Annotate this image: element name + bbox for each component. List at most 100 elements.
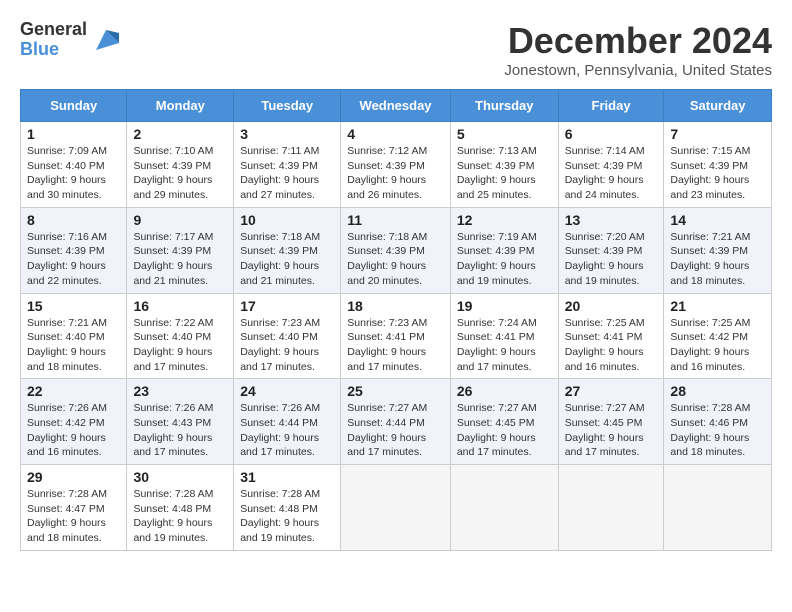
day-info: Sunrise: 7:20 AM Sunset: 4:39 PM Dayligh… [565, 230, 658, 289]
day-cell-29: 29 Sunrise: 7:28 AM Sunset: 4:47 PM Dayl… [21, 465, 127, 551]
day-cell-17: 17 Sunrise: 7:23 AM Sunset: 4:40 PM Dayl… [234, 293, 341, 379]
day-cell-10: 10 Sunrise: 7:18 AM Sunset: 4:39 PM Dayl… [234, 207, 341, 293]
sunrise-label: Sunrise: 7:21 AM [27, 317, 107, 329]
day-cell-1: 1 Sunrise: 7:09 AM Sunset: 4:40 PM Dayli… [21, 122, 127, 208]
sunrise-label: Sunrise: 7:26 AM [240, 402, 320, 414]
day-cell-22: 22 Sunrise: 7:26 AM Sunset: 4:42 PM Dayl… [21, 379, 127, 465]
day-info: Sunrise: 7:27 AM Sunset: 4:45 PM Dayligh… [565, 401, 658, 460]
daylight-label: Daylight: 9 hours and 25 minutes. [457, 174, 536, 201]
location: Jonestown, Pennsylvania, United States [504, 62, 772, 79]
sunrise-label: Sunrise: 7:21 AM [670, 231, 750, 243]
sunset-label: Sunset: 4:40 PM [27, 160, 105, 172]
month-title: December 2024 [504, 20, 772, 62]
sunrise-label: Sunrise: 7:19 AM [457, 231, 537, 243]
sunrise-label: Sunrise: 7:26 AM [27, 402, 107, 414]
daylight-label: Daylight: 9 hours and 26 minutes. [347, 174, 426, 201]
day-info: Sunrise: 7:13 AM Sunset: 4:39 PM Dayligh… [457, 144, 552, 203]
sunrise-label: Sunrise: 7:13 AM [457, 145, 537, 157]
sunset-label: Sunset: 4:41 PM [457, 331, 535, 343]
col-header-friday: Friday [558, 90, 664, 122]
logo-icon [91, 25, 121, 55]
daylight-label: Daylight: 9 hours and 17 minutes. [240, 346, 319, 373]
day-info: Sunrise: 7:15 AM Sunset: 4:39 PM Dayligh… [670, 144, 765, 203]
daylight-label: Daylight: 9 hours and 21 minutes. [133, 260, 212, 287]
sunrise-label: Sunrise: 7:28 AM [240, 488, 320, 500]
day-info: Sunrise: 7:18 AM Sunset: 4:39 PM Dayligh… [347, 230, 444, 289]
daylight-label: Daylight: 9 hours and 17 minutes. [347, 432, 426, 459]
day-number: 21 [670, 298, 765, 314]
day-info: Sunrise: 7:26 AM Sunset: 4:43 PM Dayligh… [133, 401, 227, 460]
day-number: 6 [565, 126, 658, 142]
day-info: Sunrise: 7:14 AM Sunset: 4:39 PM Dayligh… [565, 144, 658, 203]
day-number: 7 [670, 126, 765, 142]
daylight-label: Daylight: 9 hours and 27 minutes. [240, 174, 319, 201]
day-number: 20 [565, 298, 658, 314]
daylight-label: Daylight: 9 hours and 18 minutes. [670, 432, 749, 459]
day-number: 19 [457, 298, 552, 314]
day-info: Sunrise: 7:26 AM Sunset: 4:44 PM Dayligh… [240, 401, 334, 460]
day-cell-24: 24 Sunrise: 7:26 AM Sunset: 4:44 PM Dayl… [234, 379, 341, 465]
day-cell-15: 15 Sunrise: 7:21 AM Sunset: 4:40 PM Dayl… [21, 293, 127, 379]
daylight-label: Daylight: 9 hours and 18 minutes. [27, 346, 106, 373]
sunset-label: Sunset: 4:39 PM [240, 245, 318, 257]
day-info: Sunrise: 7:23 AM Sunset: 4:41 PM Dayligh… [347, 316, 444, 375]
calendar: SundayMondayTuesdayWednesdayThursdayFrid… [20, 89, 772, 551]
daylight-label: Daylight: 9 hours and 19 minutes. [457, 260, 536, 287]
sunrise-label: Sunrise: 7:27 AM [347, 402, 427, 414]
day-info: Sunrise: 7:12 AM Sunset: 4:39 PM Dayligh… [347, 144, 444, 203]
day-cell-18: 18 Sunrise: 7:23 AM Sunset: 4:41 PM Dayl… [341, 293, 451, 379]
sunrise-label: Sunrise: 7:16 AM [27, 231, 107, 243]
empty-cell [450, 465, 558, 551]
day-number: 31 [240, 469, 334, 485]
calendar-week-2: 8 Sunrise: 7:16 AM Sunset: 4:39 PM Dayli… [21, 207, 772, 293]
col-header-monday: Monday [127, 90, 234, 122]
sunrise-label: Sunrise: 7:15 AM [670, 145, 750, 157]
day-info: Sunrise: 7:27 AM Sunset: 4:44 PM Dayligh… [347, 401, 444, 460]
day-cell-7: 7 Sunrise: 7:15 AM Sunset: 4:39 PM Dayli… [664, 122, 772, 208]
sunset-label: Sunset: 4:39 PM [347, 245, 425, 257]
day-number: 11 [347, 212, 444, 228]
day-number: 23 [133, 383, 227, 399]
sunset-label: Sunset: 4:45 PM [565, 417, 643, 429]
day-cell-30: 30 Sunrise: 7:28 AM Sunset: 4:48 PM Dayl… [127, 465, 234, 551]
sunset-label: Sunset: 4:39 PM [133, 245, 211, 257]
col-header-saturday: Saturday [664, 90, 772, 122]
day-info: Sunrise: 7:28 AM Sunset: 4:46 PM Dayligh… [670, 401, 765, 460]
sunrise-label: Sunrise: 7:23 AM [347, 317, 427, 329]
empty-cell [558, 465, 664, 551]
sunset-label: Sunset: 4:41 PM [565, 331, 643, 343]
sunrise-label: Sunrise: 7:18 AM [347, 231, 427, 243]
sunrise-label: Sunrise: 7:12 AM [347, 145, 427, 157]
daylight-label: Daylight: 9 hours and 30 minutes. [27, 174, 106, 201]
sunset-label: Sunset: 4:48 PM [240, 503, 318, 515]
sunrise-label: Sunrise: 7:11 AM [240, 145, 319, 157]
empty-cell [664, 465, 772, 551]
day-cell-19: 19 Sunrise: 7:24 AM Sunset: 4:41 PM Dayl… [450, 293, 558, 379]
day-info: Sunrise: 7:11 AM Sunset: 4:39 PM Dayligh… [240, 144, 334, 203]
daylight-label: Daylight: 9 hours and 29 minutes. [133, 174, 212, 201]
daylight-label: Daylight: 9 hours and 20 minutes. [347, 260, 426, 287]
logo: General Blue [20, 20, 121, 60]
day-number: 30 [133, 469, 227, 485]
day-info: Sunrise: 7:16 AM Sunset: 4:39 PM Dayligh… [27, 230, 120, 289]
sunset-label: Sunset: 4:39 PM [347, 160, 425, 172]
sunset-label: Sunset: 4:46 PM [670, 417, 748, 429]
sunrise-label: Sunrise: 7:24 AM [457, 317, 537, 329]
sunrise-label: Sunrise: 7:26 AM [133, 402, 213, 414]
day-number: 13 [565, 212, 658, 228]
day-info: Sunrise: 7:18 AM Sunset: 4:39 PM Dayligh… [240, 230, 334, 289]
day-cell-8: 8 Sunrise: 7:16 AM Sunset: 4:39 PM Dayli… [21, 207, 127, 293]
day-number: 3 [240, 126, 334, 142]
day-number: 26 [457, 383, 552, 399]
day-cell-28: 28 Sunrise: 7:28 AM Sunset: 4:46 PM Dayl… [664, 379, 772, 465]
logo-general: General [20, 20, 87, 40]
daylight-label: Daylight: 9 hours and 24 minutes. [565, 174, 644, 201]
day-number: 12 [457, 212, 552, 228]
sunset-label: Sunset: 4:47 PM [27, 503, 105, 515]
daylight-label: Daylight: 9 hours and 19 minutes. [133, 517, 212, 544]
calendar-week-4: 22 Sunrise: 7:26 AM Sunset: 4:42 PM Dayl… [21, 379, 772, 465]
sunrise-label: Sunrise: 7:20 AM [565, 231, 645, 243]
day-info: Sunrise: 7:25 AM Sunset: 4:41 PM Dayligh… [565, 316, 658, 375]
day-info: Sunrise: 7:28 AM Sunset: 4:48 PM Dayligh… [240, 487, 334, 546]
day-info: Sunrise: 7:24 AM Sunset: 4:41 PM Dayligh… [457, 316, 552, 375]
